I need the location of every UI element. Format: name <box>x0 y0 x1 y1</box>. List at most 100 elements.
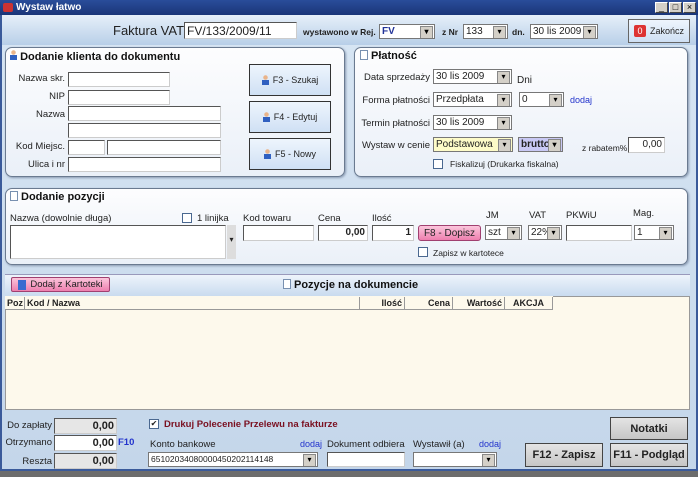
col-price[interactable]: Cena <box>405 297 453 310</box>
person-icon <box>262 112 270 122</box>
street-input[interactable] <box>68 157 221 172</box>
street-label: Ulica i nr <box>28 159 65 170</box>
postal-label: Kod Miejsc. <box>15 141 65 152</box>
save-to-catalog-checkbox[interactable] <box>418 247 428 257</box>
add-from-catalog-button[interactable]: Dodaj z Kartoteki <box>11 277 110 292</box>
one-line-label: 1 linijka <box>197 213 229 224</box>
edit-client-button[interactable]: F4 - Edytuj <box>249 101 331 133</box>
received-label: Otrzymano <box>5 437 52 448</box>
price-input[interactable]: 0,00 <box>318 225 368 241</box>
date-select[interactable]: 30 lis 2009 <box>530 24 598 39</box>
preview-button[interactable]: F11 - Podgląd <box>610 443 688 467</box>
warehouse-select[interactable]: 1 <box>634 225 674 240</box>
print-transfer-checkbox[interactable]: ✔ <box>149 419 159 429</box>
add-from-catalog-label: Dodaj z Kartoteki <box>30 279 103 290</box>
payment-title-text: Płatność <box>371 50 417 62</box>
person-icon <box>263 149 271 159</box>
payment-form-label: Forma płatności <box>362 95 430 106</box>
search-label: F3 - Szukaj <box>272 75 319 85</box>
account-select[interactable]: 65102034080000450202114148 <box>148 452 318 467</box>
notes-button[interactable]: Notatki <box>610 417 688 440</box>
account-label: Konto bankowe <box>150 439 216 450</box>
code-input[interactable] <box>243 225 314 241</box>
fiscal-checkbox[interactable] <box>433 159 443 169</box>
new-client-button[interactable]: F5 - Nowy <box>249 138 331 170</box>
change-label: Reszta <box>22 456 52 467</box>
power-icon: 0 <box>633 25 646 37</box>
pkwiu-label: PKWiU <box>566 210 597 221</box>
days-label: Dni <box>517 75 533 86</box>
payment-panel <box>354 47 688 177</box>
register-select[interactable]: FV <box>379 24 435 39</box>
col-action[interactable]: AKCJA <box>505 297 553 310</box>
window-title: Wystaw łatwo <box>16 2 82 13</box>
minimize-button[interactable]: _ <box>655 2 668 13</box>
register-label: wystawono w Rej. <box>303 27 376 37</box>
fiscal-label: Fiskalizuj (Drukarka fiskalna) <box>450 159 559 169</box>
textarea-dropdown[interactable]: ▾ <box>227 225 236 259</box>
maximize-button[interactable]: □ <box>669 2 682 13</box>
title-bar: Wystaw łatwo <box>0 0 698 15</box>
col-qty[interactable]: Ilość <box>360 297 405 310</box>
doc-type-label: Faktura VAT <box>113 23 185 38</box>
sale-date-select[interactable]: 30 lis 2009 <box>433 69 512 84</box>
items-table <box>5 296 690 410</box>
close-label: Zakończ <box>649 26 684 36</box>
position-title: Dodanie pozycji <box>10 191 105 203</box>
col-name[interactable]: Kod / Nazwa <box>25 297 360 310</box>
name-input[interactable] <box>68 106 221 121</box>
code-label: Kod towaru <box>243 213 292 224</box>
vat-select[interactable]: 22% <box>528 225 562 240</box>
doc-number-input[interactable]: FV/133/2009/11 <box>184 22 297 39</box>
items-title-text: Pozycje na dokumencie <box>294 279 419 291</box>
close-window-button[interactable]: × <box>683 2 696 13</box>
document-icon <box>360 50 368 60</box>
catalog-icon <box>18 279 27 290</box>
issuer-select[interactable] <box>413 452 497 467</box>
received-input[interactable]: 0,00 <box>54 435 117 451</box>
short-name-input[interactable] <box>68 72 170 87</box>
add-account-link[interactable]: dodaj <box>300 439 322 449</box>
name-input-2[interactable] <box>68 123 221 138</box>
days-spinner[interactable]: 0 <box>519 92 564 107</box>
due-date-label: Termin płatności <box>361 118 430 129</box>
qty-input[interactable]: 1 <box>372 225 414 241</box>
one-line-checkbox[interactable] <box>182 213 192 223</box>
close-button[interactable]: 0 Zakończ <box>628 19 690 43</box>
search-client-button[interactable]: F3 - Szukaj <box>249 64 331 96</box>
col-value[interactable]: Wartość <box>453 297 505 310</box>
client-title: Dodanie klienta do dokumentu <box>10 50 180 63</box>
col-poz[interactable]: Poz <box>5 297 25 310</box>
due-date-select[interactable]: 30 lis 2009 <box>433 115 512 130</box>
new-label: F5 - Nowy <box>274 149 316 159</box>
receiver-input[interactable] <box>327 452 405 467</box>
received-shortcut: F10 <box>118 437 135 448</box>
background-strip <box>0 471 698 477</box>
item-name-textarea[interactable] <box>10 225 226 259</box>
save-button[interactable]: F12 - Zapisz <box>525 443 603 467</box>
payment-form-select[interactable]: Przedpłata <box>433 92 512 107</box>
city-input[interactable] <box>107 140 221 155</box>
unit-select[interactable]: szt <box>485 225 522 240</box>
nip-input[interactable] <box>68 90 170 105</box>
add-item-button[interactable]: F8 - Dopisz <box>418 225 481 241</box>
change-value: 0,00 <box>54 453 117 469</box>
person-icon <box>261 75 269 85</box>
add-issuer-link[interactable]: dodaj <box>479 439 501 449</box>
nr-label: z Nr <box>442 27 459 37</box>
price-type-select[interactable]: Podstawowa <box>433 137 513 152</box>
discount-input[interactable]: 0,00 <box>628 137 665 153</box>
pkwiu-input[interactable] <box>566 225 632 241</box>
vat-label: VAT <box>529 210 547 221</box>
gross-select[interactable]: brutto <box>518 137 563 152</box>
item-name-label: Nazwa (dowolnie długa) <box>10 213 112 224</box>
position-title-text: Dodanie pozycji <box>21 191 105 203</box>
add-payment-form-link[interactable]: dodaj <box>570 95 592 105</box>
document-icon <box>283 279 291 289</box>
nr-spinner[interactable]: 133 <box>463 24 508 39</box>
postal-code-input[interactable] <box>68 140 105 155</box>
to-pay-label: Do zapłaty <box>7 420 52 431</box>
discount-label: z rabatem% <box>582 143 628 153</box>
print-transfer-label: Drukuj Polecenie Przelewu na fakturze <box>164 419 338 430</box>
name-label: Nazwa <box>35 109 65 120</box>
